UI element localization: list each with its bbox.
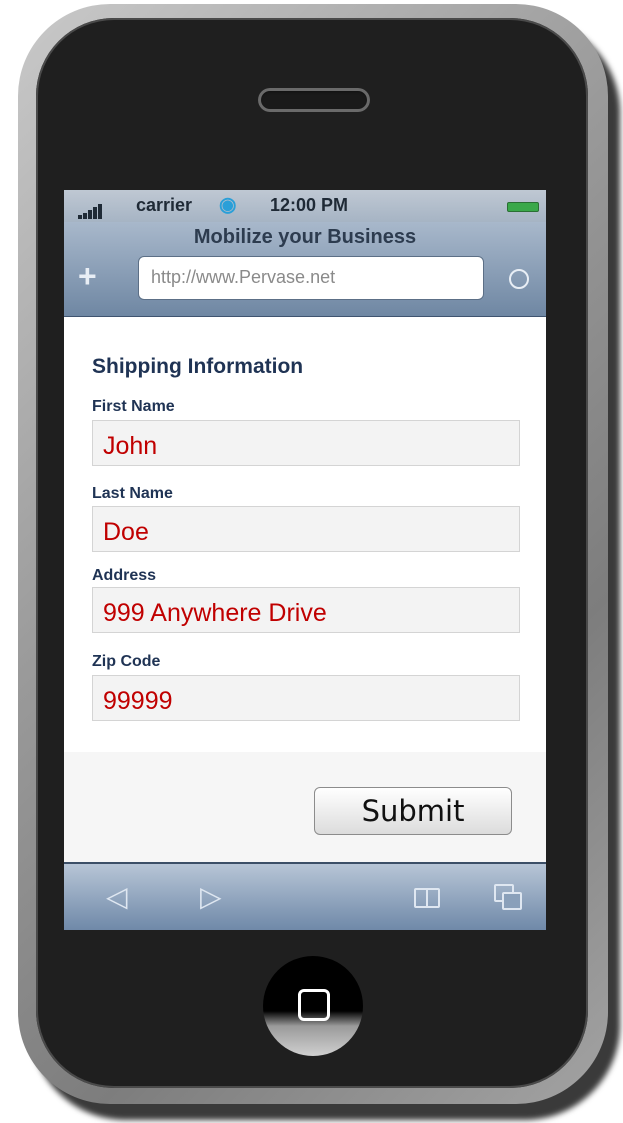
first-name-field[interactable]: John xyxy=(92,420,520,466)
browser-toolbar: ◁ ▷ xyxy=(64,862,546,930)
add-icon[interactable]: + xyxy=(78,258,97,295)
earpiece-speaker xyxy=(258,88,370,112)
last-name-field[interactable]: Doe xyxy=(92,506,520,552)
home-button-icon xyxy=(298,989,330,1021)
signal-bars-icon xyxy=(78,198,103,219)
wifi-icon: ◉ xyxy=(219,194,237,216)
first-name-label: First Name xyxy=(92,398,175,415)
last-name-label: Last Name xyxy=(92,485,173,502)
bookmarks-icon[interactable] xyxy=(414,888,440,908)
forward-icon[interactable]: ▷ xyxy=(200,880,222,913)
reload-icon[interactable] xyxy=(509,269,529,289)
zip-code-field[interactable]: 99999 xyxy=(92,675,520,721)
carrier-label: carrier xyxy=(136,195,193,215)
url-field[interactable]: http://www.Pervase.net xyxy=(138,256,484,300)
back-icon[interactable]: ◁ xyxy=(106,880,128,913)
page-content: Shipping Information First Name John Las… xyxy=(64,317,546,862)
battery-icon xyxy=(507,202,539,212)
page-title: Mobilize your Business xyxy=(193,226,417,248)
address-field[interactable]: 999 Anywhere Drive xyxy=(92,587,520,633)
pages-icon[interactable] xyxy=(494,884,524,910)
shipping-form: Shipping Information First Name John Las… xyxy=(64,317,546,752)
submit-button[interactable]: Submit xyxy=(314,787,512,835)
status-bar: carrier ◉ 12:00 PM xyxy=(64,190,546,222)
browser-title-bar: Mobilize your Business + http://www.Perv… xyxy=(64,222,546,318)
home-button[interactable] xyxy=(263,956,363,1056)
section-title: Shipping Information xyxy=(92,355,304,378)
phone-screen: carrier ◉ 12:00 PM Mobilize your Busines… xyxy=(64,190,546,930)
address-label: Address xyxy=(92,567,157,584)
status-time: 12:00 PM xyxy=(270,195,349,215)
zip-code-label: Zip Code xyxy=(92,653,161,670)
